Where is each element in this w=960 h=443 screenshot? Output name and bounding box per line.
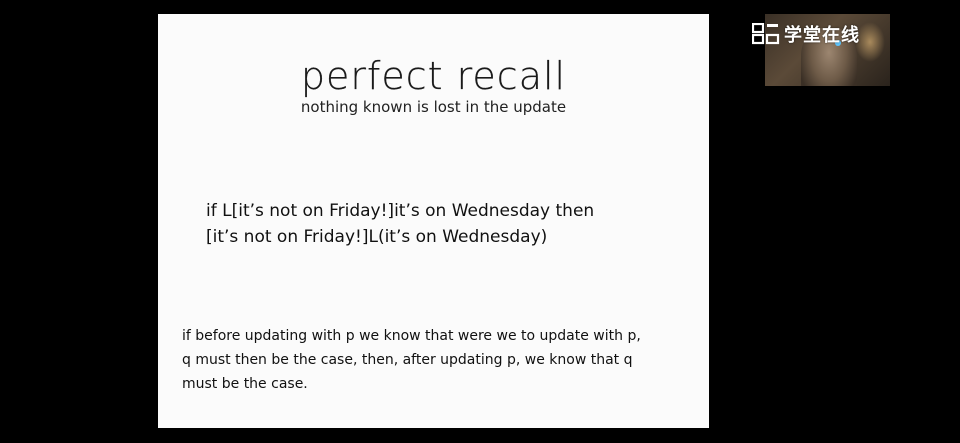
xuetangx-logo-icon xyxy=(751,22,780,45)
explanation-line: must be the case. xyxy=(182,376,308,392)
slide-title: perfect recall xyxy=(300,54,567,98)
slide-subtitle: nothing known is lost in the update xyxy=(300,98,567,116)
presenter-overlay: 学堂在线 xyxy=(751,14,890,86)
explanation-line: if before updating with p we know that w… xyxy=(182,328,641,344)
video-frame: perfect recall nothing known is lost in … xyxy=(0,0,960,443)
explanation-line: q must then be the case, then, after upd… xyxy=(182,352,633,368)
lecture-slide: perfect recall nothing known is lost in … xyxy=(158,14,709,428)
logo-text: 学堂在线 xyxy=(784,25,860,46)
explanation-text: if before updating with p we know that w… xyxy=(182,324,682,396)
formula-block: if L[it’s not on Friday!]it’s on Wednesd… xyxy=(206,198,594,250)
xuetangx-logo: 学堂在线 xyxy=(751,20,860,48)
formula-line: [it’s not on Friday!]L(it’s on Wednesday… xyxy=(206,227,548,247)
formula-line: if L[it’s not on Friday!]it’s on Wednesd… xyxy=(206,201,595,221)
